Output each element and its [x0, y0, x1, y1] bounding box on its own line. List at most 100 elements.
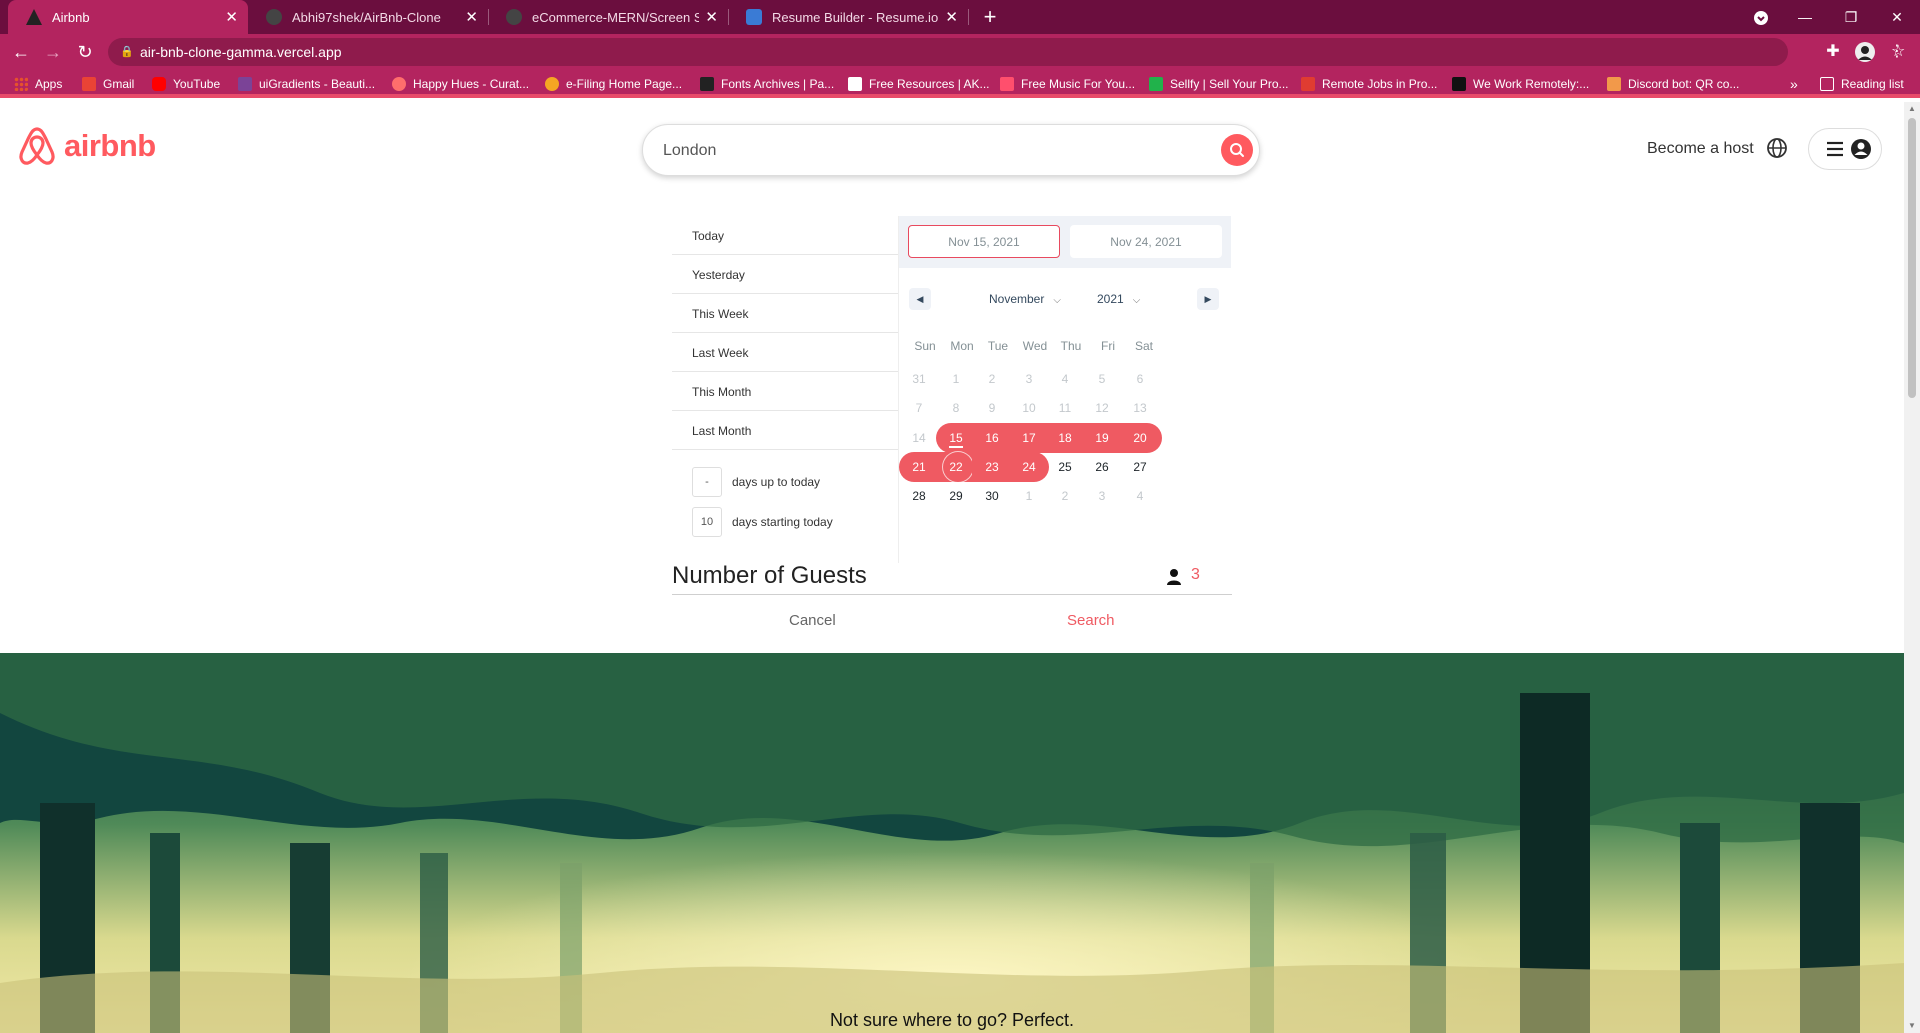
scroll-down-arrow-icon[interactable]: ▼	[1904, 1019, 1920, 1033]
location-search-input[interactable]	[663, 137, 1183, 165]
tab-github-ecommerce[interactable]: eCommerce-MERN/Screen Shot ✕	[488, 0, 728, 34]
next-month-arrow-icon[interactable]: ▶	[1197, 288, 1219, 310]
scroll-up-arrow-icon[interactable]: ▲	[1904, 102, 1920, 116]
restore-window-icon[interactable]: ❐	[1828, 0, 1874, 34]
scrollbar-thumb[interactable]	[1908, 118, 1916, 398]
calendar-day[interactable]: 20	[1118, 423, 1162, 453]
close-tab-icon[interactable]: ✕	[225, 8, 238, 26]
reload-icon[interactable]: ↻	[72, 39, 98, 65]
calendar-day[interactable]: 14	[899, 423, 939, 453]
calendar-day[interactable]: 18	[1045, 423, 1085, 453]
calendar-day[interactable]: 21	[899, 452, 939, 482]
profile-avatar-icon[interactable]	[1854, 41, 1876, 63]
calendar-day[interactable]: 25	[1045, 452, 1085, 482]
bookmark-free-resources[interactable]: Free Resources | AK...	[848, 70, 990, 98]
calendar-day[interactable]: 4	[1045, 364, 1085, 394]
calendar-day[interactable]: 12	[1082, 393, 1122, 423]
reading-list-button[interactable]: Reading list	[1820, 70, 1904, 98]
calendar-day[interactable]: 17	[1009, 423, 1049, 453]
user-menu-button[interactable]	[1808, 128, 1882, 170]
airbnb-logo[interactable]: airbnb	[18, 126, 156, 166]
guest-count-input[interactable]: 3	[1191, 566, 1200, 584]
minimize-window-icon[interactable]: —	[1782, 0, 1828, 34]
calendar-day[interactable]: 26	[1082, 452, 1122, 482]
calendar-day[interactable]: 23	[972, 452, 1012, 482]
range-today[interactable]: Today	[672, 216, 898, 255]
range-this-month[interactable]: This Month	[672, 372, 898, 411]
calendar-day[interactable]: 9	[972, 393, 1012, 423]
search-bar[interactable]	[642, 124, 1260, 176]
tab-github-airbnb-clone[interactable]: Abhi97shek/AirBnb-Clone ✕	[248, 0, 488, 34]
address-bar[interactable]: 🔒 air-bnb-clone-gamma.vercel.app ☆	[108, 38, 1905, 66]
back-arrow-icon[interactable]: ←	[8, 39, 34, 65]
bookmark-remote-jobs[interactable]: Remote Jobs in Pro...	[1301, 70, 1437, 98]
bookmark-we-work-remotely[interactable]: We Work Remotely:...	[1452, 70, 1589, 98]
range-this-week[interactable]: This Week	[672, 294, 898, 333]
bookmark-efiling[interactable]: e-Filing Home Page...	[545, 70, 682, 98]
calendar-day[interactable]: 2	[972, 364, 1012, 394]
calendar-day[interactable]: 1	[936, 364, 976, 394]
prev-month-arrow-icon[interactable]: ◀	[909, 288, 931, 310]
cancel-button[interactable]: Cancel	[789, 612, 836, 629]
calendar-day[interactable]: 22	[936, 452, 976, 482]
tab-airbnb[interactable]: Airbnb ✕	[8, 0, 248, 34]
year-value: 2021	[1097, 292, 1124, 306]
bookmark-free-music[interactable]: Free Music For You...	[1000, 70, 1135, 98]
calendar-day[interactable]: 29	[936, 481, 976, 511]
calendar-day[interactable]: 5	[1082, 364, 1122, 394]
calendar-day[interactable]: 15	[936, 423, 976, 453]
calendar-day[interactable]: 13	[1118, 393, 1162, 423]
calendar-day[interactable]: 11	[1045, 393, 1085, 423]
month-select[interactable]: November ⌵	[989, 292, 1061, 306]
bookmark-happy-hues[interactable]: Happy Hues - Curat...	[392, 70, 529, 98]
calendar-day[interactable]: 10	[1009, 393, 1049, 423]
close-tab-icon[interactable]: ✕	[945, 8, 958, 26]
search-button[interactable]	[1221, 134, 1253, 166]
days-up-to-today-input[interactable]: -	[692, 467, 722, 497]
close-window-icon[interactable]: ✕	[1874, 0, 1920, 34]
calendar-day[interactable]: 27	[1118, 452, 1162, 482]
bookmark-fonts-archives[interactable]: Fonts Archives | Pa...	[700, 70, 834, 98]
calendar-day[interactable]: 31	[899, 364, 939, 394]
calendar-day[interactable]: 6	[1118, 364, 1162, 394]
become-a-host-link[interactable]: Become a host	[1647, 140, 1754, 158]
search-submit-button[interactable]: Search	[1067, 612, 1115, 629]
day-number: 3	[1098, 489, 1106, 503]
calendar-day[interactable]: 2	[1045, 481, 1085, 511]
page-scrollbar[interactable]: ▲ ▼	[1904, 102, 1920, 1033]
close-tab-icon[interactable]: ✕	[705, 8, 718, 26]
days-starting-today-input[interactable]: 10	[692, 507, 722, 537]
new-tab-plus-icon[interactable]: +	[976, 3, 1004, 31]
end-date-field[interactable]: Nov 24, 2021	[1070, 225, 1222, 258]
close-tab-icon[interactable]: ✕	[465, 8, 478, 26]
bookmark-sellfy[interactable]: Sellfy | Sell Your Pro...	[1149, 70, 1289, 98]
forward-arrow-icon[interactable]: →	[40, 39, 66, 65]
bookmark-discord-bot[interactable]: Discord bot: QR co...	[1607, 70, 1739, 98]
calendar-day[interactable]: 8	[936, 393, 976, 423]
calendar-day[interactable]: 30	[972, 481, 1012, 511]
calendar-day[interactable]: 7	[899, 393, 939, 423]
tab-resume-builder[interactable]: Resume Builder - Resume.io ✕	[728, 0, 968, 34]
extensions-puzzle-icon[interactable]: ✚	[1822, 41, 1844, 63]
calendar-day[interactable]: 19	[1082, 423, 1122, 453]
profile-sync-icon[interactable]	[1738, 0, 1784, 34]
start-date-field[interactable]: Nov 15, 2021	[908, 225, 1060, 258]
range-last-month[interactable]: Last Month	[672, 411, 898, 450]
browser-menu-kebab-icon[interactable]: ⋮	[1886, 41, 1908, 63]
calendar-day[interactable]: 3	[1082, 481, 1122, 511]
bookmarks-overflow-chevron[interactable]: »	[1790, 70, 1798, 98]
bookmark-apps[interactable]: Apps	[14, 70, 62, 98]
bookmark-uigradients[interactable]: uiGradients - Beauti...	[238, 70, 375, 98]
calendar-day[interactable]: 3	[1009, 364, 1049, 394]
calendar-day[interactable]: 1	[1009, 481, 1049, 511]
range-yesterday[interactable]: Yesterday	[672, 255, 898, 294]
calendar-day[interactable]: 28	[899, 481, 939, 511]
calendar-day[interactable]: 16	[972, 423, 1012, 453]
globe-icon[interactable]	[1766, 137, 1788, 159]
range-last-week[interactable]: Last Week	[672, 333, 898, 372]
year-select[interactable]: 2021 ⌵	[1097, 292, 1140, 306]
calendar-day[interactable]: 24	[1009, 452, 1049, 482]
calendar-day[interactable]: 4	[1118, 481, 1162, 511]
bookmark-youtube[interactable]: YouTube	[152, 70, 220, 98]
bookmark-gmail[interactable]: Gmail	[82, 70, 134, 98]
